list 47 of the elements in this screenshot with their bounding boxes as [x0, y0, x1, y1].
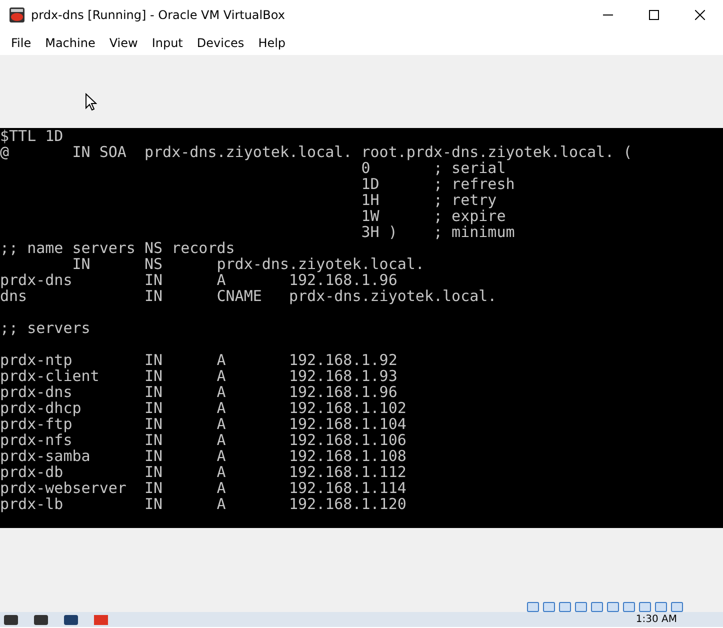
console-line: prdx-ntp IN A 192.168.1.92: [0, 352, 398, 368]
console-line: 1W ; expire: [360, 208, 507, 224]
menu-item[interactable]: View: [102, 34, 145, 52]
status-icon[interactable]: [591, 602, 603, 612]
console-line: prdx-samba IN A 192.168.1.108: [0, 448, 408, 464]
menu-item[interactable]: Help: [251, 34, 293, 52]
console-line: 1D ; refresh: [360, 176, 516, 192]
maximize-icon: [649, 10, 659, 20]
status-icon[interactable]: [623, 602, 635, 612]
close-icon: [695, 10, 705, 20]
console-line: 1H ; retry: [360, 192, 498, 208]
console-line: prdx-ftp IN A 192.168.1.104: [0, 416, 408, 432]
console-line: prdx-dns IN A 192.168.1.96: [0, 384, 398, 400]
console-line: @ IN SOA prdx-dns.ziyotek.local. root.prdx-dns.ziyotek.local. (: [0, 144, 634, 160]
window-title: prdx-dns [Running] - Oracle VM VirtualBox: [31, 8, 286, 22]
menu-item[interactable]: Machine: [38, 34, 102, 52]
console-line: prdx-webserver IN A 192.168.1.114: [0, 480, 408, 496]
console-line: prdx-db IN A 192.168.1.112: [0, 464, 408, 480]
console-line: prdx-dns IN A 192.168.1.96: [0, 272, 398, 288]
status-icon[interactable]: [671, 602, 683, 612]
taskbar-icon[interactable]: [34, 614, 48, 624]
console-line: 0 ; serial: [360, 160, 506, 176]
console-line: ;; name servers NS records: [0, 240, 236, 256]
status-icon[interactable]: [607, 602, 619, 612]
console-line: ;; servers: [0, 320, 92, 336]
console-line: dns IN CNAME prdx-dns.ziyotek.local.: [0, 288, 498, 304]
status-icon[interactable]: [559, 602, 571, 612]
menu-item[interactable]: Devices: [190, 34, 252, 52]
taskbar-icon[interactable]: [64, 614, 78, 624]
status-icon[interactable]: [527, 602, 539, 612]
console-line: 3H ) ; minimum: [360, 224, 516, 240]
console-line: IN NS prdx-dns.ziyotek.local.: [71, 256, 426, 272]
status-icon[interactable]: [655, 602, 667, 612]
app-icon: [9, 7, 25, 23]
console-line: prdx-dhcp IN A 192.168.1.102: [0, 400, 408, 416]
status-icon[interactable]: [639, 602, 651, 612]
status-icon[interactable]: [575, 602, 587, 612]
console-line: prdx-lb IN A 192.168.1.120: [0, 496, 408, 512]
taskbar-icon[interactable]: [4, 614, 18, 624]
menu-item[interactable]: File: [4, 34, 38, 52]
status-icon[interactable]: [543, 602, 555, 612]
console-line: $TTL 1D: [0, 128, 64, 144]
console-line: prdx-client IN A 192.168.1.93: [0, 368, 398, 384]
mouse-pointer-icon: [85, 93, 97, 111]
console-line: prdx-nfs IN A 192.168.1.106: [0, 432, 408, 448]
clock-text: 1:30 AM: [636, 614, 677, 626]
menu-item[interactable]: Input: [144, 34, 190, 52]
